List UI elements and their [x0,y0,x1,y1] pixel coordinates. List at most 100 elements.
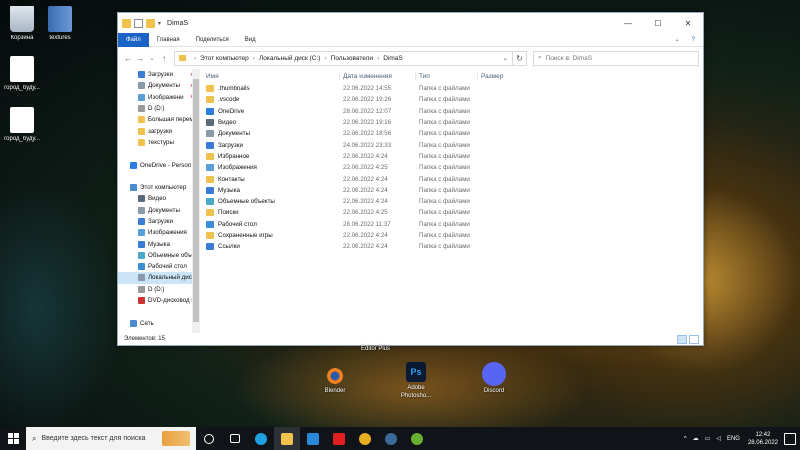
file-row[interactable]: Документы 22.06.2022 18:56 Папка с файлами [204,128,703,139]
quick-access-properties-icon[interactable] [134,18,143,28]
refresh-button[interactable]: ↻ [513,50,527,66]
file-name-cell: Загрузки [204,141,339,149]
edge-button[interactable] [248,427,274,450]
breadcrumb-item[interactable]: DimaS [383,55,403,62]
column-header-name[interactable]: Имя [204,73,339,80]
notifications-icon[interactable] [784,432,796,445]
large-icons-view-button[interactable] [689,334,699,344]
file-row[interactable]: Изображения 22.06.2022 4:25 Папка с файлам… [204,162,703,173]
navigation-pane[interactable]: Загрузки📌Документы📌Изображени📌 D (D:) Боль… [118,69,200,333]
file-row[interactable]: Поиски 22.06.2022 4:25 Папка с файлами [204,207,703,218]
nav-item[interactable]: Локальный дис [118,272,200,284]
recent-locations-button[interactable]: ⌄ [146,55,158,62]
search-input[interactable]: ⌕ Поиск в: DimaS [533,50,699,66]
item-count: Элементов: 15 [124,336,165,342]
language-indicator[interactable]: ENG [727,436,740,442]
column-header-date[interactable]: Дата изменения [339,72,415,80]
taskbar-search-box[interactable]: ⌕ Введите здесь текст для поиска [26,427,196,450]
nav-item[interactable]: OneDrive - Person [118,159,200,170]
desktop-icon-textures[interactable]: textures [38,6,82,41]
chrome-button[interactable] [352,427,378,450]
file-row[interactable]: Загрузки 24.06.2022 23:33 Папка с файлами [204,139,703,150]
minimize-button[interactable]: — [613,19,643,28]
nav-item[interactable]: Загрузки📌 [118,69,200,80]
nav-item[interactable]: Загрузки [118,216,200,227]
network-icon[interactable]: ▭ [705,435,711,442]
nav-item[interactable]: загрузки [118,125,200,136]
cloud-icon[interactable]: ☁ [693,435,699,442]
show-hidden-icons-button[interactable]: ^ [684,436,687,442]
address-bar[interactable]: › Этот компьютер › Локальный диск (C:) ›… [174,50,513,66]
youtube-button[interactable] [326,427,352,450]
file-row[interactable]: Рабочий стол 28.06.2022 11:37 Папка с файл… [204,219,703,230]
task-view-button[interactable] [222,427,248,450]
close-button[interactable]: ✕ [673,19,703,28]
desktop-app-discord[interactable]: Discord [472,362,516,394]
forward-button[interactable]: → [134,54,146,63]
file-row[interactable]: Видео 22.06.2022 19:16 Папка с файлами [204,117,703,128]
nav-item[interactable]: Этот компьютер [118,182,200,193]
utorrent-button[interactable] [404,427,430,450]
editor-plus-label[interactable]: Editor Plus [361,346,390,352]
nav-item[interactable]: Музыка [118,238,200,249]
tab-share[interactable]: Поделиться [188,37,237,43]
file-explorer-button[interactable] [274,427,300,450]
nav-item-label: Локальный дис [148,274,192,282]
title-bar[interactable]: ▾ DimaS — ☐ ✕ [118,13,703,33]
chevron-down-icon[interactable]: ⌄ [671,36,684,43]
file-row[interactable]: Избранное 22.06.2022 4:24 Папка с файлами [204,151,703,162]
file-row[interactable]: Контакты 22.06.2022 4:24 Папка с файлами [204,173,703,184]
address-row: ← → ⌄ ↑ › Этот компьютер › Локальный дис… [118,47,703,69]
file-row[interactable]: Объемные объекты 22.06.2022 4:24 Папка с ф… [204,196,703,207]
nav-item[interactable]: D (D:) [118,103,200,114]
nav-item[interactable]: DVD-дисковод ( [118,295,200,306]
new-folder-icon[interactable] [146,18,155,28]
breadcrumb-item[interactable]: Этот компьютер [200,55,249,62]
file-name: Музыка [218,186,240,194]
volume-icon[interactable]: ◁ [716,435,721,442]
help-button[interactable]: ? [684,37,703,43]
file-row[interactable]: Ссылки 22.06.2022 4:24 Папка с файлами [204,241,703,252]
windows-logo-icon [7,433,19,444]
column-header-type[interactable]: Тип [415,72,477,80]
nav-item[interactable]: Объемные объе [118,250,200,261]
nav-item[interactable]: Документы📌 [118,80,200,91]
file-row[interactable]: Музыка 22.06.2022 4:24 Папка с файлами [204,185,703,196]
chevron-down-icon[interactable]: ▾ [158,20,161,27]
nav-item[interactable]: D (D:) [118,284,200,295]
nav-item[interactable]: текстуры [118,137,200,148]
clock[interactable]: 12:42 28.06.2022 [748,431,778,447]
nav-item[interactable]: Изображения [118,227,200,238]
nav-item[interactable]: Документы [118,205,200,216]
nav-item[interactable]: Изображени📌 [118,92,200,103]
desktop-app-photoshop[interactable]: Ps Adobe Photosho... [394,362,438,400]
file-row[interactable]: .thumbnails 22.06.2022 14:55 Папка с файла… [204,83,703,94]
tab-home[interactable]: Главная [149,37,188,43]
nav-item[interactable]: Большая перем [118,114,200,125]
column-header-size[interactable]: Размер [477,72,537,80]
nav-item[interactable]: Рабочий стол [118,261,200,272]
desktop-app-blender[interactable]: Blender [313,366,357,394]
desktop-icon-file[interactable]: город_буду... [0,107,44,142]
breadcrumb-item[interactable]: Пользователи [331,55,373,62]
file-row[interactable]: .vscode 22.06.2022 19:26 Папка с файлами [204,94,703,105]
nav-item[interactable]: Видео [118,193,200,204]
start-button[interactable] [0,427,26,450]
file-row[interactable]: OneDrive 28.06.2022 12:07 Папка с файлами [204,106,703,117]
tab-view[interactable]: Вид [237,37,264,43]
details-view-button[interactable] [677,334,687,344]
scrollbar-thumb[interactable] [193,79,199,322]
mail-button[interactable] [300,427,326,450]
file-row[interactable]: Сохраненные игры 22.06.2022 4:24 Папка с ф… [204,230,703,241]
nav-item[interactable]: Сеть [118,318,200,329]
up-button[interactable]: ↑ [158,54,170,63]
desktop-icon-file[interactable]: город_буду... [0,56,44,91]
chevron-down-icon[interactable]: ⌄ [503,54,508,62]
back-button[interactable]: ← [122,54,134,63]
steam-button[interactable] [378,427,404,450]
breadcrumb-item[interactable]: Локальный диск (C:) [259,55,321,62]
maximize-button[interactable]: ☐ [643,19,673,28]
cortana-button[interactable] [196,427,222,450]
nav-scrollbar[interactable] [192,69,200,333]
tab-file[interactable]: Файл [118,32,149,47]
